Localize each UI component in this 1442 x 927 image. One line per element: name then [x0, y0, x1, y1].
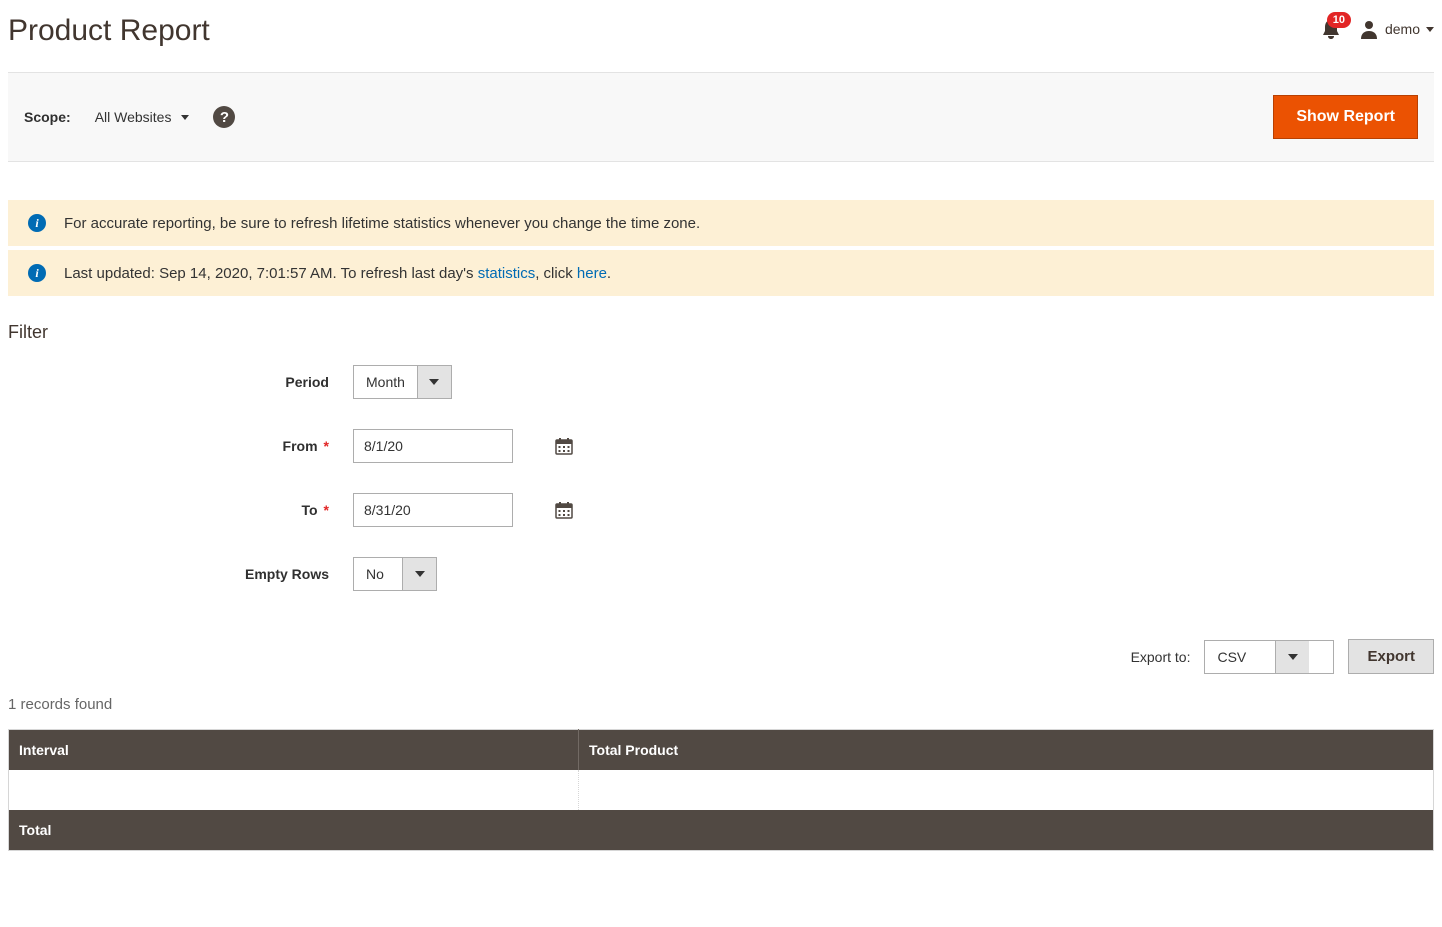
message-text: Last updated: Sep 14, 2020, 7:01:57 AM. … — [64, 265, 611, 282]
period-label: Period — [8, 374, 353, 390]
info-icon: i — [28, 264, 46, 282]
scope-label: Scope: — [24, 109, 71, 125]
table-row — [9, 770, 1434, 810]
filter-row-empty-rows: Empty Rows No — [8, 557, 1434, 591]
user-menu[interactable]: demo — [1359, 19, 1434, 39]
from-date-input[interactable] — [354, 430, 555, 462]
header-actions: 10 demo — [1321, 14, 1434, 40]
chevron-down-icon — [402, 558, 436, 590]
empty-rows-select[interactable]: No — [353, 557, 437, 591]
scope-select[interactable]: All Websites — [95, 109, 190, 125]
filter-section-title: Filter — [8, 322, 1434, 343]
col-total-product[interactable]: Total Product — [579, 730, 1434, 771]
col-interval[interactable]: Interval — [9, 730, 579, 771]
footer-total — [579, 810, 1434, 851]
filter-row-to: To* — [8, 493, 1434, 527]
notifications-button[interactable]: 10 — [1321, 18, 1341, 40]
statistics-link[interactable]: statistics — [478, 265, 536, 282]
calendar-icon — [555, 437, 573, 455]
chevron-down-icon — [181, 115, 189, 120]
table-footer-row: Total — [9, 810, 1434, 851]
refresh-here-link[interactable]: here — [577, 265, 607, 282]
filter-form: Period Month From* — [8, 365, 1434, 591]
notification-badge: 10 — [1327, 12, 1351, 28]
required-star: * — [324, 502, 329, 518]
info-icon: i — [28, 214, 46, 232]
table-header-row: Interval Total Product — [9, 730, 1434, 771]
scope-bar: Scope: All Websites ? Show Report — [8, 72, 1434, 162]
message-last-updated: i Last updated: Sep 14, 2020, 7:01:57 AM… — [8, 250, 1434, 296]
empty-rows-value: No — [354, 558, 402, 590]
export-button[interactable]: Export — [1348, 639, 1434, 674]
export-row: Export to: CSV Export — [8, 639, 1434, 674]
chevron-down-icon — [1426, 27, 1434, 32]
page-title: Product Report — [8, 14, 210, 48]
period-value: Month — [354, 366, 417, 398]
calendar-icon — [555, 501, 573, 519]
to-label: To* — [8, 502, 353, 518]
empty-rows-label: Empty Rows — [8, 566, 353, 582]
cell-interval — [9, 770, 579, 810]
export-format-select[interactable]: CSV — [1204, 640, 1334, 674]
scope-left: Scope: All Websites ? — [24, 106, 235, 128]
required-star: * — [324, 438, 329, 454]
cell-total-product — [579, 770, 1434, 810]
footer-label: Total — [9, 810, 579, 851]
from-label: From* — [8, 438, 353, 454]
report-table: Interval Total Product Total — [8, 729, 1434, 851]
messages: i For accurate reporting, be sure to ref… — [8, 200, 1434, 296]
filter-row-from: From* — [8, 429, 1434, 463]
calendar-button[interactable] — [555, 494, 573, 526]
to-date-field — [353, 493, 513, 527]
period-select[interactable]: Month — [353, 365, 452, 399]
export-label: Export to: — [1131, 649, 1191, 665]
show-report-button[interactable]: Show Report — [1273, 95, 1418, 139]
to-date-input[interactable] — [354, 494, 555, 526]
calendar-button[interactable] — [555, 430, 573, 462]
from-date-field — [353, 429, 513, 463]
message-text: For accurate reporting, be sure to refre… — [64, 215, 700, 232]
scope-selected: All Websites — [95, 109, 172, 125]
export-format-value: CSV — [1205, 641, 1275, 673]
records-found: 1 records found — [8, 696, 1434, 713]
page-header: Product Report 10 demo — [8, 0, 1434, 72]
message-timezone: i For accurate reporting, be sure to ref… — [8, 200, 1434, 246]
filter-row-period: Period Month — [8, 365, 1434, 399]
chevron-down-icon — [1275, 641, 1309, 673]
user-icon — [1359, 19, 1379, 39]
user-label: demo — [1385, 21, 1420, 37]
help-icon[interactable]: ? — [213, 106, 235, 128]
chevron-down-icon — [417, 366, 451, 398]
